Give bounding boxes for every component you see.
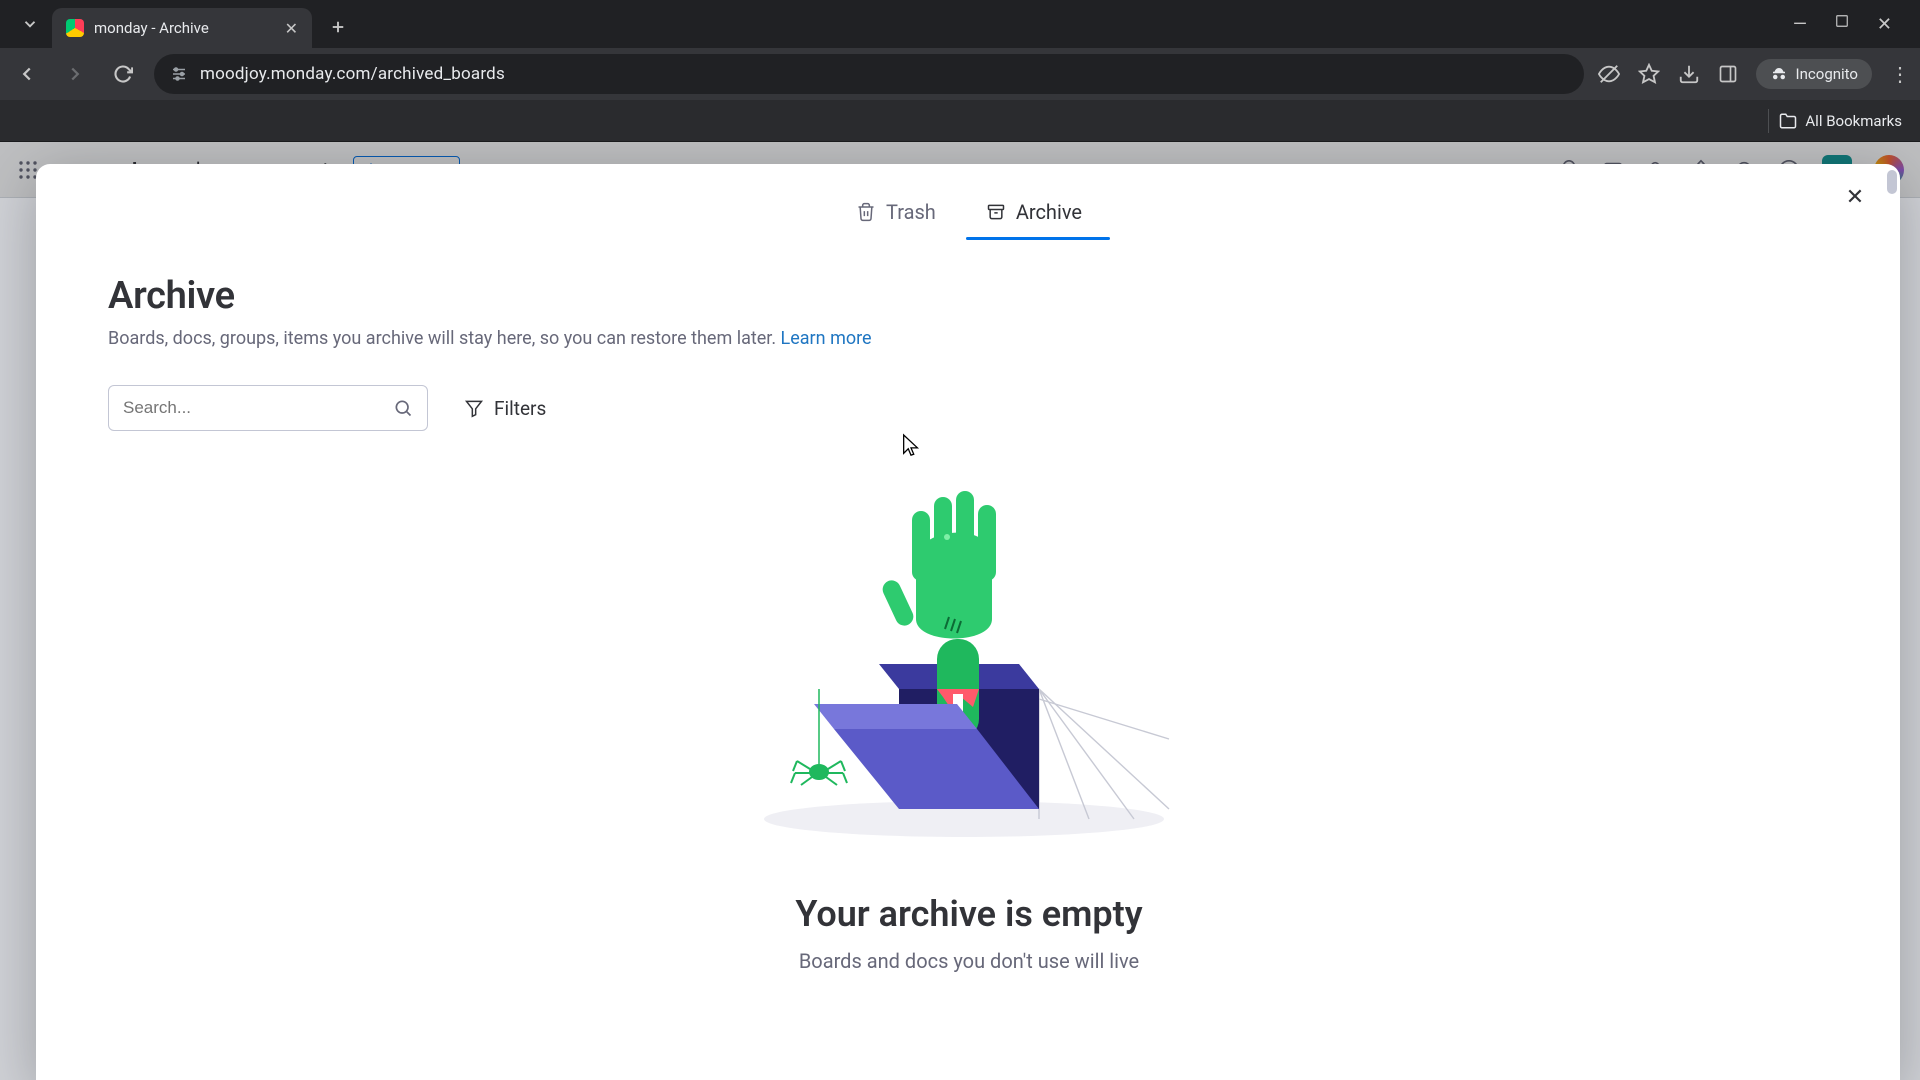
new-tab-button[interactable] [322,11,354,43]
folder-icon [1779,112,1797,130]
empty-state: Your archive is empty Boards and docs yo… [108,489,1830,973]
modal-scrollbar[interactable] [1882,164,1900,1080]
maximize-button[interactable] [1835,14,1849,35]
tab-archive[interactable]: Archive [966,188,1102,238]
incognito-label: Incognito [1796,65,1858,83]
site-settings-icon [170,65,188,83]
filter-icon [464,398,484,418]
empty-title: Your archive is empty [795,893,1142,935]
tracking-icon[interactable] [1598,63,1620,85]
incognito-icon [1770,65,1788,83]
side-panel-icon[interactable] [1718,64,1738,84]
close-tab-icon[interactable]: ✕ [285,19,298,38]
close-window-button[interactable]: ✕ [1877,14,1892,35]
tab-trash[interactable]: Trash [836,188,956,238]
app-shell: monday work management See plans M ✕ Tra [0,142,1920,1080]
window-controls: — ✕ [1793,14,1912,35]
trash-icon [856,202,876,222]
all-bookmarks-label: All Bookmarks [1805,112,1902,130]
back-button[interactable] [10,57,44,91]
archive-modal: ✕ Trash Archive Archive Boards, docs, gr… [36,164,1900,1080]
incognito-chip[interactable]: Incognito [1756,59,1872,89]
address-bar-actions: Incognito ⋮ [1598,59,1910,89]
browser-tab-active[interactable]: monday - Archive ✕ [52,8,312,48]
tab-trash-label: Trash [886,200,936,224]
downloads-icon[interactable] [1678,63,1700,85]
search-icon [393,398,413,418]
forward-button[interactable] [58,57,92,91]
url-box[interactable]: moodjoy.monday.com/archived_boards [154,54,1584,94]
subtitle-text: Boards, docs, groups, items you archive … [108,328,781,349]
bookmarks-bar: All Bookmarks [0,100,1920,142]
all-bookmarks-button[interactable]: All Bookmarks [1779,112,1902,130]
monday-favicon [66,19,84,37]
toolbar: Filters [108,385,1830,431]
trash-archive-tabs: Trash Archive [108,188,1830,238]
search-box[interactable] [108,385,428,431]
filters-label: Filters [494,397,546,420]
page-title: Archive [108,274,1830,318]
browser-menu-button[interactable]: ⋮ [1890,62,1910,86]
empty-subtitle: Boards and docs you don't use will live [799,949,1139,973]
minimize-button[interactable]: — [1793,14,1807,35]
modal-content: Trash Archive Archive Boards, docs, grou… [36,164,1900,1080]
tab-search-button[interactable] [16,10,44,38]
page-subtitle: Boards, docs, groups, items you archive … [108,328,1830,349]
archive-icon [986,202,1006,222]
address-bar: moodjoy.monday.com/archived_boards Incog… [0,48,1920,100]
filters-button[interactable]: Filters [464,397,546,420]
reload-button[interactable] [106,57,140,91]
close-modal-button[interactable]: ✕ [1840,182,1870,212]
tab-archive-label: Archive [1016,200,1082,224]
bookmark-star-icon[interactable] [1638,63,1660,85]
scrollbar-thumb[interactable] [1887,170,1897,194]
empty-illustration [739,489,1199,849]
url-text: moodjoy.monday.com/archived_boards [200,64,505,84]
learn-more-link[interactable]: Learn more [781,328,872,349]
tab-title: monday - Archive [94,19,275,37]
browser-chrome: monday - Archive ✕ — ✕ moodjoy.monday.co… [0,0,1920,142]
tab-strip: monday - Archive ✕ — ✕ [0,0,1920,48]
search-input[interactable] [123,398,383,418]
